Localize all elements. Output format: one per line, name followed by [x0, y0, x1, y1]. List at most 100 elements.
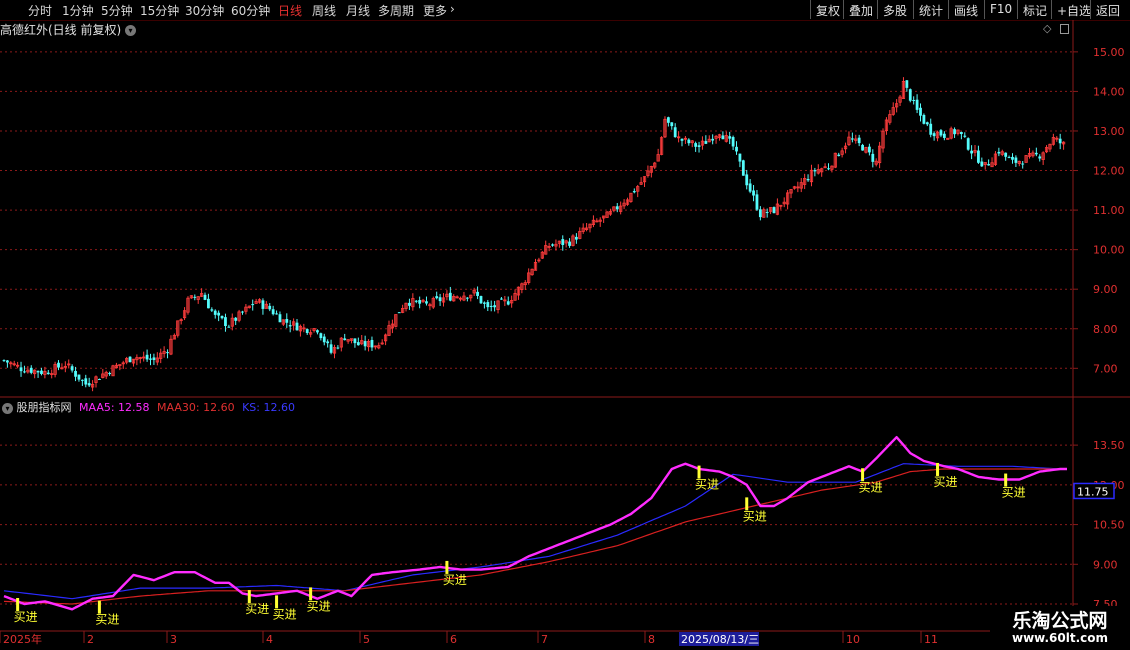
candle-body — [435, 296, 439, 299]
candle-body — [149, 358, 152, 360]
price-tick-label: 8.00 — [1093, 323, 1118, 336]
candle-body — [905, 80, 909, 88]
candle-body — [207, 298, 210, 309]
buy-signal-label: 买进 — [14, 610, 38, 624]
candle-body — [70, 366, 74, 371]
candle-body — [741, 160, 745, 176]
buy-signal-label: 买进 — [95, 613, 119, 627]
candle-body — [942, 133, 946, 138]
time-tick-label: 8 — [648, 633, 655, 646]
candle-body — [40, 370, 43, 374]
candle-body — [687, 139, 691, 144]
candle-body — [295, 322, 299, 331]
candle-body — [74, 370, 77, 377]
candle-body — [36, 370, 40, 373]
candle-body — [871, 153, 875, 162]
candle-body — [476, 291, 479, 296]
series-line-maa30 — [3, 468, 1067, 605]
candle-body — [922, 114, 926, 124]
time-tick-label: 5 — [363, 633, 370, 646]
candle-body — [1007, 157, 1011, 159]
candle-body — [203, 294, 207, 300]
candle-body — [288, 325, 292, 327]
candle-body — [322, 336, 326, 343]
candle-body — [271, 309, 275, 315]
candle-body — [2, 360, 6, 362]
candle-body — [356, 342, 360, 346]
price-tick-label: 14.00 — [1093, 85, 1125, 98]
candle-body — [486, 302, 490, 308]
candle-body — [908, 89, 912, 101]
candle-body — [970, 150, 974, 154]
candle-body — [319, 333, 323, 339]
candle-body — [285, 318, 289, 323]
candle-body — [152, 357, 156, 361]
candle-body — [329, 344, 333, 353]
candle-body — [857, 137, 861, 144]
candle-body — [738, 153, 742, 162]
candle-body — [465, 297, 469, 299]
candle-body — [704, 141, 708, 144]
candle-body — [1011, 156, 1014, 160]
candle-body — [673, 127, 677, 138]
candle-body — [755, 194, 759, 210]
candle-body — [694, 143, 698, 147]
candle-body — [217, 312, 221, 316]
stock-chart: 15.00 14.00 13.00 12.00 11.00 10.00 9.00 8.00 7.… — [0, 20, 1130, 650]
price-tick-label: 12.00 — [1093, 165, 1125, 178]
candle-body — [448, 292, 452, 301]
price-tick-label: 7.00 — [1093, 362, 1118, 375]
price-tick-label: 9.00 — [1093, 283, 1118, 296]
candle-body — [680, 138, 684, 141]
candle-body — [959, 132, 963, 135]
candle-body — [850, 138, 854, 140]
candle-body — [97, 379, 101, 381]
candle-body — [987, 164, 991, 166]
candle-body — [615, 206, 619, 210]
buy-signal-label: 买进 — [245, 602, 269, 616]
time-tick-label: 2025年 — [3, 632, 42, 646]
buy-signal-label: 买进 — [443, 573, 467, 587]
buy-signal-label: 买进 — [695, 478, 719, 492]
candle-body — [305, 329, 309, 333]
time-tick-label: 4 — [266, 633, 273, 646]
buy-signal-label: 买进 — [859, 480, 883, 494]
candle-body — [912, 99, 916, 101]
buy-signal-label: 买进 — [307, 599, 331, 613]
buy-signal-label: 买进 — [273, 607, 297, 621]
candle-body — [551, 244, 554, 246]
candle-body — [220, 315, 224, 319]
candle-body — [29, 367, 33, 373]
candle-body — [418, 300, 422, 304]
candle-body — [963, 135, 967, 137]
candle-body — [1021, 163, 1025, 165]
series-line-maa5 — [3, 436, 1067, 611]
candle-body — [479, 296, 483, 304]
candle-body — [806, 178, 810, 181]
candle-body — [227, 326, 231, 328]
time-tick-label: 10 — [846, 633, 860, 646]
candle-body — [326, 341, 330, 344]
candle-body — [241, 311, 244, 313]
indicator-tick-label: 13.50 — [1093, 439, 1125, 452]
watermark-logo: 乐淘公式网 — [990, 606, 1130, 632]
candle-body — [745, 174, 749, 186]
candle-body — [997, 151, 1001, 154]
candle-body — [275, 313, 278, 315]
candle-body — [57, 362, 60, 368]
candle-body — [489, 305, 493, 308]
candle-body — [980, 161, 984, 167]
candle-body — [408, 302, 411, 306]
candle-body — [77, 374, 81, 380]
candle-body — [1014, 157, 1018, 163]
candle-body — [193, 296, 197, 298]
candle-body — [925, 122, 929, 125]
candle-body — [261, 300, 265, 309]
candle-body — [370, 339, 374, 348]
candle-body — [867, 146, 871, 153]
date-cursor-label: 2025/08/13/三 — [681, 633, 759, 646]
candle-body — [772, 207, 776, 214]
candle-body — [666, 117, 670, 123]
candle-body — [953, 129, 956, 135]
time-tick-label: 2 — [87, 633, 94, 646]
